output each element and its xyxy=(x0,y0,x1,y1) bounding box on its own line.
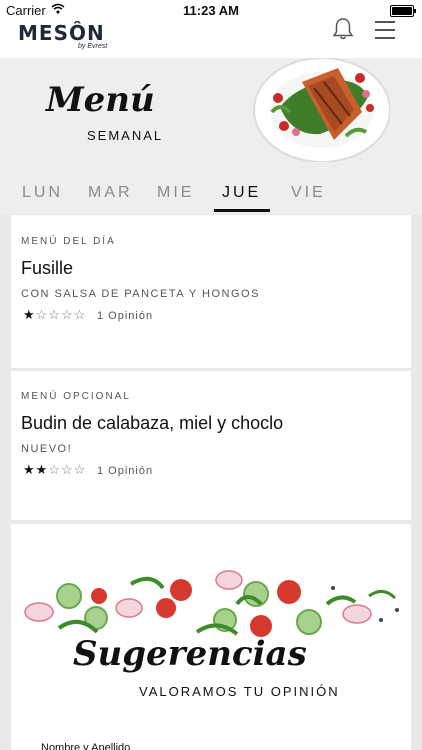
brand-sub: by Evrest xyxy=(78,43,108,50)
menu-section-label: MENÚ OPCIONAL xyxy=(21,391,131,402)
menu-card-optional[interactable]: MENÚ OPCIONAL Budin de calabaza, miel y … xyxy=(11,371,411,520)
suggestions-card: Sugerencias VALORAMOS TU OPINIÓN Nombre … xyxy=(11,524,411,750)
opinion-count: 1 Opinión xyxy=(97,465,154,477)
tab-lun[interactable]: LUN xyxy=(22,184,63,202)
bell-icon[interactable] xyxy=(330,16,356,42)
dish-description: CON SALSA DE PANCETA Y HONGOS xyxy=(21,288,260,300)
tab-mie[interactable]: MIE xyxy=(157,184,194,202)
menu-card-daily[interactable]: MENÚ DEL DÍA Fusille CON SALSA DE PANCET… xyxy=(11,215,411,368)
star-rating[interactable]: ★☆☆☆☆ xyxy=(23,307,86,323)
star-empty-icon: ☆☆☆ xyxy=(48,462,87,477)
page-title: Menú xyxy=(46,80,155,120)
star-empty-icon: ☆☆☆☆ xyxy=(35,307,87,322)
clock: 11:23 AM xyxy=(183,3,239,18)
star-rating[interactable]: ★★☆☆☆ xyxy=(23,462,86,478)
dish-name: Budin de calabaza, miel y choclo xyxy=(21,413,284,433)
salmon-plate-image xyxy=(253,58,390,162)
tab-vie[interactable]: VIE xyxy=(291,184,326,202)
tab-jue[interactable]: JUE xyxy=(222,184,261,202)
active-tab-indicator xyxy=(214,209,270,212)
battery-icon xyxy=(390,5,416,17)
suggestions-title: Sugerencias xyxy=(73,634,307,674)
suggestions-subtitle: VALORAMOS TU OPINIÓN xyxy=(139,684,340,699)
dish-description: NUEVO! xyxy=(21,443,73,455)
dish-name: Fusille xyxy=(21,258,74,278)
status-bar: Carrier 11:23 AM xyxy=(0,0,422,20)
star-filled-icon: ★ xyxy=(23,307,36,322)
app-header: MESÔN by Evrest xyxy=(0,18,422,58)
brand-logo[interactable]: MESÔN by Evrest xyxy=(18,21,107,50)
name-field-label: Nombre y Apellido xyxy=(41,742,131,750)
opinion-count: 1 Opinión xyxy=(97,310,154,322)
menu-section-label: MENÚ DEL DÍA xyxy=(21,236,116,247)
day-tabs: LUN MAR MIE JUE VIE xyxy=(0,168,422,214)
tab-mar[interactable]: MAR xyxy=(88,184,133,202)
star-filled-icon: ★★ xyxy=(23,462,49,477)
page-subtitle: SEMANAL xyxy=(87,128,164,143)
brand-name: MESÔN xyxy=(18,21,105,45)
hamburger-menu-icon[interactable] xyxy=(373,19,397,41)
weekly-menu-hero: Menú SEMANAL xyxy=(0,58,422,168)
